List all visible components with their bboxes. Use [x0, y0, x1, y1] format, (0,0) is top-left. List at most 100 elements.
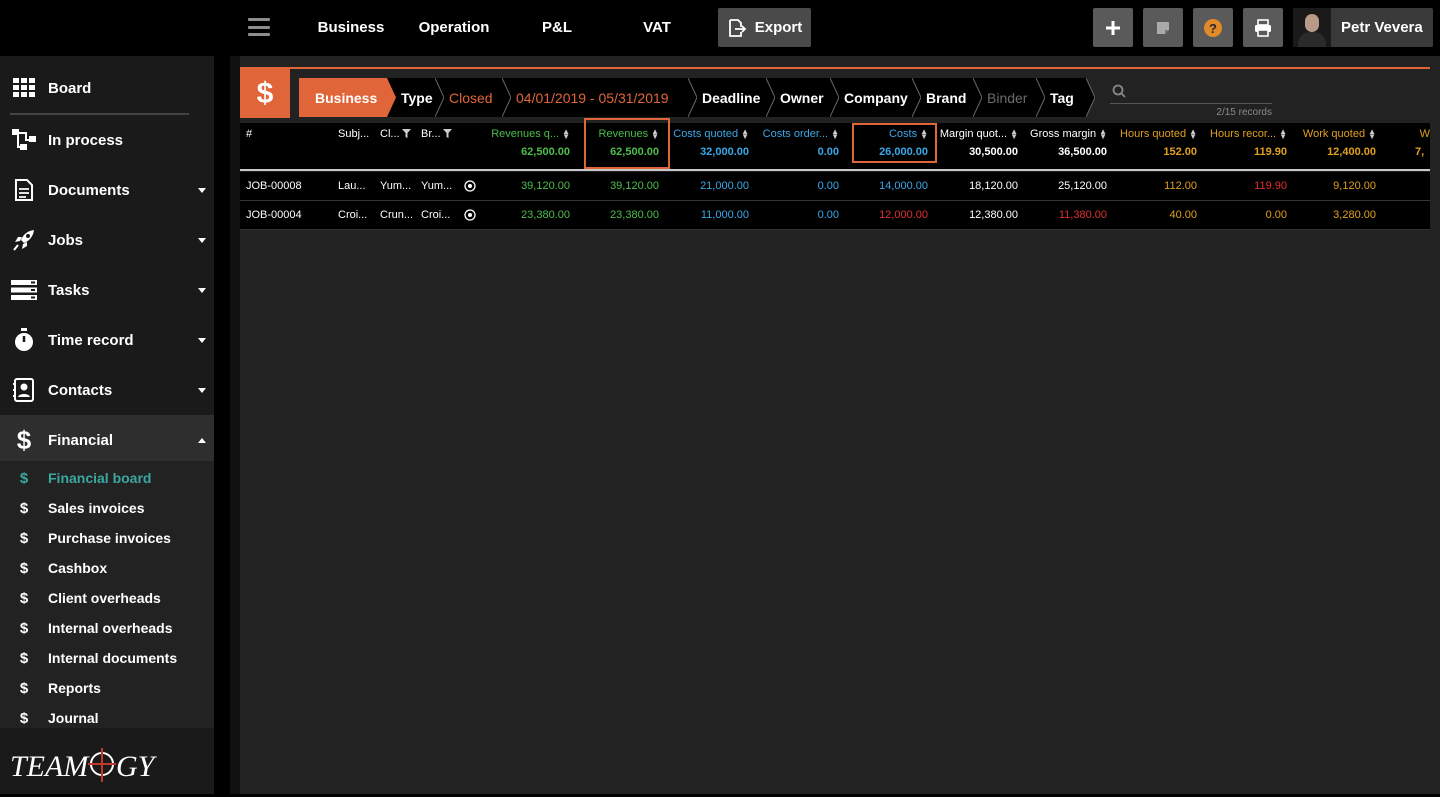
costs: 14,000.00: [879, 180, 928, 192]
column-header-margin-quoted[interactable]: Margin quot... ▲ ▼: [936, 128, 1018, 140]
costs-quoted: 11,000.00: [700, 209, 749, 221]
search-input[interactable]: [1110, 80, 1272, 104]
column-header-costs-quoted[interactable]: Costs quoted ▲ ▼: [668, 128, 749, 140]
costs: 12,000.00: [879, 209, 928, 221]
sidebar-subitem-journal[interactable]: $ Journal: [0, 703, 214, 733]
sidebar-item-board[interactable]: Board: [0, 63, 214, 113]
sidebar-item-financial[interactable]: $ Financial: [0, 415, 214, 465]
notes-button[interactable]: [1143, 8, 1183, 47]
print-button[interactable]: [1243, 8, 1283, 47]
workflow-icon: [0, 129, 48, 151]
sidebar-subitem-reports[interactable]: $ Reports: [0, 673, 214, 703]
tab-vat[interactable]: VAT: [608, 7, 706, 56]
sidebar-item-label: Tasks: [48, 281, 90, 299]
column-header-gross-margin[interactable]: Gross margin ▲ ▼: [1026, 128, 1107, 140]
filter-date-range[interactable]: 04/01/2019 - 05/31/2019: [502, 78, 697, 117]
dollar-icon: $: [19, 679, 29, 697]
sidebar-subitem-internal-overheads[interactable]: $ Internal overheads: [0, 613, 214, 643]
filter-closed[interactable]: Closed: [435, 78, 511, 117]
job-number[interactable]: JOB-00004: [246, 209, 302, 221]
filter-brand[interactable]: Brand: [912, 78, 982, 117]
print-icon: [1255, 18, 1271, 37]
sidebar-subitem-client-overheads[interactable]: $ Client overheads: [0, 583, 214, 613]
total-hours-recorded: 119.90: [1253, 146, 1287, 158]
column-header-brand[interactable]: Br...: [421, 128, 441, 140]
sidebar-subitem-purchase-invoices[interactable]: $ Purchase invoices: [0, 523, 214, 553]
sidebar-item-jobs[interactable]: Jobs: [0, 215, 214, 265]
filter-deadline[interactable]: Deadline: [688, 78, 775, 117]
dollar-icon: $: [19, 499, 29, 517]
job-subject: Lau...: [338, 180, 366, 192]
column-header-number[interactable]: #: [246, 128, 266, 140]
chevron-down-icon[interactable]: [198, 237, 206, 243]
target-icon[interactable]: [464, 180, 476, 192]
sidebar-item-documents[interactable]: Documents: [0, 165, 214, 215]
filter-owner[interactable]: Owner: [766, 78, 839, 117]
job-number[interactable]: JOB-00008: [246, 180, 302, 192]
chevron-down-icon[interactable]: [198, 287, 206, 293]
dollar-icon: $: [19, 649, 29, 667]
sidebar-item-contacts[interactable]: Contacts: [0, 365, 214, 415]
sidebar-subitem-internal-documents[interactable]: $ Internal documents: [0, 643, 214, 673]
column-header-work[interactable]: W: [1415, 128, 1430, 140]
tab-pl[interactable]: P&L: [506, 7, 608, 56]
records-count: 2/15 records: [1216, 107, 1272, 118]
filter-icon[interactable]: [402, 129, 411, 138]
sidebar-item-label: Time record: [48, 331, 134, 349]
sidebar-subitem-label: Internal documents: [48, 650, 178, 666]
scrollbar-track[interactable]: [230, 56, 240, 794]
sidebar-subitem-sales-invoices[interactable]: $ Sales invoices: [0, 493, 214, 523]
column-header-hours-recorded[interactable]: Hours recor... ▲ ▼: [1205, 128, 1287, 140]
column-header-hours-quoted[interactable]: Hours quoted ▲ ▼: [1115, 128, 1197, 140]
sidebar-subitem-cashbox[interactable]: $ Cashbox: [0, 553, 214, 583]
sidebar-subitem-label: Internal overheads: [48, 620, 173, 636]
search-icon: [1112, 84, 1126, 98]
sidebar-subitem-financial-board[interactable]: $ Financial board: [0, 463, 214, 493]
chevron-down-icon[interactable]: [198, 337, 206, 343]
sidebar-item-in-process[interactable]: In process: [0, 115, 214, 165]
chevron-up-icon[interactable]: [198, 437, 206, 443]
filter-icon[interactable]: [443, 129, 452, 138]
costs-ordered: 0.00: [817, 209, 839, 221]
column-header-revenues-quoted[interactable]: Revenues q... ▲ ▼: [484, 128, 570, 140]
export-label: Export: [754, 19, 803, 36]
sidebar-item-label: Contacts: [48, 381, 113, 399]
target-icon[interactable]: [464, 209, 476, 221]
chevron-down-icon[interactable]: [198, 387, 206, 393]
column-header-costs-ordered[interactable]: Costs order... ▲ ▼: [757, 128, 839, 140]
avatar: [1293, 8, 1331, 47]
export-icon: [728, 18, 747, 37]
column-header-work-quoted[interactable]: Work quoted ▲ ▼: [1295, 128, 1376, 140]
tab-operation[interactable]: Operation: [402, 7, 506, 56]
help-button[interactable]: ?: [1193, 8, 1233, 47]
sidebar-subitem-label: Reports: [48, 680, 101, 696]
filter-company[interactable]: Company: [830, 78, 921, 117]
chevron-down-icon[interactable]: [198, 187, 206, 193]
job-client: Crun...: [380, 209, 414, 221]
costs-ordered: 0.00: [817, 180, 839, 192]
column-header-client[interactable]: Cl...: [380, 128, 400, 140]
svg-text:TEAM: TEAM: [10, 750, 90, 783]
sidebar-item-label: Board: [48, 79, 92, 97]
hours-recorded: 119.90: [1254, 180, 1287, 192]
sidebar-item-label: Documents: [48, 181, 130, 199]
rocket-icon: [0, 228, 48, 252]
dollar-icon: $: [19, 529, 29, 547]
export-button[interactable]: Export: [718, 8, 811, 47]
revenues: 23,380.00: [610, 209, 659, 221]
sidebar-item-tasks[interactable]: Tasks: [0, 265, 214, 315]
user-menu[interactable]: Petr Vevera: [1293, 8, 1433, 47]
work-quoted: 3,280.00: [1333, 209, 1376, 221]
sticky-note-icon: [1157, 21, 1169, 34]
dollar-icon: $: [19, 709, 29, 727]
total-work-quoted: 12,400.00: [1327, 146, 1376, 158]
add-button[interactable]: [1093, 8, 1133, 47]
column-header-subject[interactable]: Subj...: [338, 128, 372, 140]
margin-quoted: 12,380.00: [969, 209, 1018, 221]
hamburger-menu-icon[interactable]: [248, 18, 270, 36]
tab-business[interactable]: Business: [300, 7, 402, 56]
filter-binder[interactable]: Binder: [973, 78, 1045, 117]
sidebar-item-time-record[interactable]: Time record: [0, 315, 214, 365]
total-work: 7,: [1415, 146, 1425, 158]
filter-business[interactable]: Business: [299, 78, 396, 117]
